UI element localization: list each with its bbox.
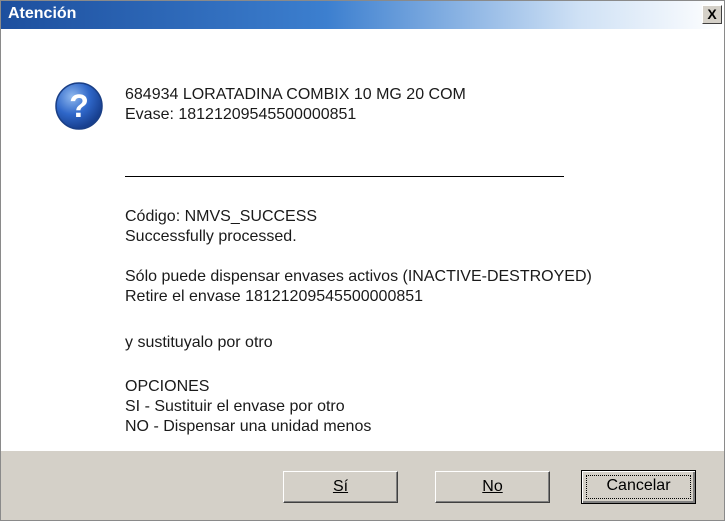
focus-ring — [586, 475, 691, 499]
code-line: Código: NMVS_SUCCESS — [125, 208, 318, 225]
yes-button-label: Sí — [332, 478, 349, 495]
dialog-title: Atención — [8, 5, 77, 22]
replace-line: y sustituyalo por otro — [125, 334, 273, 351]
product-line: 684934 LORATADINA COMBIX 10 MG 20 COM — [125, 86, 466, 103]
cancel-button[interactable]: Cancelar — [581, 470, 696, 504]
svg-text:?: ? — [69, 88, 89, 124]
no-button[interactable]: No — [435, 471, 550, 503]
option-no: NO - Dispensar una unidad menos — [125, 418, 372, 435]
close-icon: X — [707, 6, 717, 22]
separator-line — [125, 176, 564, 177]
question-icon: ? — [55, 82, 103, 130]
attention-dialog: Atención X ? 684934 LORATADINA COMBIX 10… — [0, 0, 725, 521]
status-line: Successfully processed. — [125, 228, 297, 245]
button-bar: Sí No Cancelar — [1, 451, 724, 520]
retire-line: Retire el envase 18121209545500000851 — [125, 288, 424, 305]
message-area: ? 684934 LORATADINA COMBIX 10 MG 20 COM … — [1, 29, 724, 451]
yes-button[interactable]: Sí — [283, 471, 398, 503]
option-si: SI - Sustituir el envase por otro — [125, 398, 345, 415]
title-bar[interactable]: Atención X — [1, 1, 724, 29]
warning-line: Sólo puede dispensar envases activos (IN… — [125, 268, 592, 285]
package-line: Evase: 18121209545500000851 — [125, 106, 357, 123]
close-button[interactable]: X — [702, 5, 722, 24]
options-header: OPCIONES — [125, 378, 210, 395]
no-button-label: No — [482, 478, 503, 495]
